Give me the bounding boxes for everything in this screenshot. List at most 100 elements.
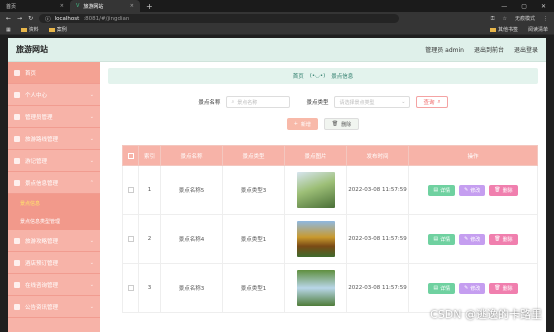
doc-icon: ▤ — [433, 285, 439, 291]
chevron-down-icon: ⌄ — [89, 91, 94, 98]
smile-icon: (•◡•) — [309, 73, 326, 79]
forward-icon[interactable]: → — [17, 15, 22, 22]
bookmark-1[interactable]: 资料 — [20, 26, 39, 33]
new-tab-button[interactable]: + — [140, 2, 159, 11]
reload-icon[interactable]: ↻ — [28, 15, 33, 22]
col-time: 发布时间 — [346, 145, 409, 166]
sidebar-subitem-scenic-info[interactable]: 景点信息 — [8, 194, 100, 212]
col-name: 景点名称 — [160, 145, 223, 166]
logout-link[interactable]: 退出登录 — [514, 45, 538, 54]
account-label[interactable]: 无痕模式 — [515, 15, 535, 22]
app-title: 旅游网站 — [16, 45, 48, 54]
scenic-image — [296, 172, 335, 208]
row-time: 2022-03-08 11:57:59 — [346, 263, 409, 313]
chevron-down-icon: ⌄ — [401, 99, 406, 105]
doc-icon: ▤ — [433, 187, 439, 193]
table-row: 1 景点名称5 景点类型3 2022-03-08 11:57:59 ▤ 详情 ✎ 修… — [122, 165, 538, 215]
trash-icon: 🗑 — [494, 187, 501, 193]
user-icon — [14, 91, 20, 98]
info-icon: ⓘ — [45, 16, 51, 23]
search-icon: ⌕ — [231, 99, 235, 105]
edit-icon: ✎ — [464, 285, 469, 291]
admin-icon — [14, 113, 20, 120]
chevron-down-icon: ⌄ — [89, 157, 94, 164]
sidebar-item-hotel[interactable]: 酒店预订管理 ⌄ — [8, 252, 100, 274]
route-icon — [14, 135, 20, 142]
window-close-icon[interactable]: ✕ — [541, 3, 546, 10]
sidebar-item-home[interactable]: 首页 — [8, 62, 100, 84]
key-icon[interactable]: ⚿ — [491, 16, 495, 22]
apps-icon[interactable]: ▦ — [6, 27, 11, 33]
search-icon: ⌕ — [437, 98, 441, 105]
address-bar: ← → ↻ ⓘ localhost:8081/#/jingdian ⚿ ☆ 无痕… — [0, 12, 554, 25]
sidebar-item-profile[interactable]: 个人中心 ⌄ — [8, 84, 100, 106]
sidebar-subitem-scenic-type[interactable]: 景点信息类型管理 — [8, 212, 100, 230]
browser-tab-1[interactable]: 首页 × — [0, 0, 70, 12]
watermark: CSDN @逃逸的卡路里 — [430, 308, 542, 321]
batch-delete-button[interactable]: 🗑 删除 — [323, 118, 360, 130]
url-field[interactable]: ⓘ localhost:8081/#/jingdian — [39, 14, 400, 23]
sidebar-item-routes[interactable]: 旅游路线管理 ⌄ — [8, 128, 100, 150]
hotel-icon — [14, 259, 20, 266]
delete-button[interactable]: 🗑 删除 — [489, 282, 518, 294]
row-checkbox[interactable] — [127, 236, 134, 242]
sidebar-item-guides[interactable]: 旅游攻略管理 ⌄ — [8, 230, 100, 252]
close-icon[interactable]: × — [60, 3, 64, 9]
minimize-icon[interactable]: — — [501, 3, 507, 10]
type-select[interactable]: 请选择景点类型 ⌄ — [334, 96, 411, 108]
view-button[interactable]: ▤ 详情 — [428, 282, 456, 294]
breadcrumb-current: 景点信息 — [331, 74, 354, 80]
name-input[interactable]: ⌕ 景点名称 — [226, 96, 291, 108]
breadcrumb-home[interactable]: 首页 — [293, 72, 304, 80]
star-icon[interactable]: ☆ — [503, 16, 507, 22]
sidebar-item-news[interactable]: 公告资讯管理 ⌄ — [8, 296, 100, 318]
maximize-icon[interactable]: ▢ — [521, 3, 527, 10]
close-icon[interactable]: × — [130, 3, 134, 9]
row-name: 景点名称3 — [160, 263, 223, 313]
sidebar-item-consult[interactable]: 在线咨询管理 ⌄ — [8, 274, 100, 296]
edit-button[interactable]: ✎ 修改 — [459, 184, 486, 196]
scenic-image — [296, 270, 335, 306]
row-index: 1 — [138, 165, 161, 215]
view-button[interactable]: ▤ 详情 — [428, 233, 456, 245]
plus-icon: + — [293, 121, 298, 127]
browser-tab-2[interactable]: V 旅游网站 × — [70, 0, 140, 12]
chevron-down-icon: ⌄ — [89, 303, 94, 310]
view-button[interactable]: ▤ 详情 — [428, 184, 456, 196]
bookmark-other[interactable]: 其他书签 — [489, 26, 518, 33]
sidebar-item-admins[interactable]: 管理员管理 ⌄ — [8, 106, 100, 128]
to-frontend-link[interactable]: 退出到前台 — [474, 45, 504, 54]
trash-icon: 🗑 — [331, 121, 339, 127]
back-icon[interactable]: ← — [6, 15, 11, 22]
sidebar-item-scenic[interactable]: 景点信息管理 ⌃ — [8, 172, 100, 194]
scenic-image — [296, 221, 335, 257]
bookmarks-bar: ▦ 资料 案例 其他书签 阅读清单 — [0, 25, 554, 35]
chevron-down-icon: ⌄ — [89, 113, 94, 120]
add-button[interactable]: + 新增 — [286, 118, 318, 130]
news-icon — [14, 303, 20, 310]
bookmark-2[interactable]: 案例 — [48, 26, 67, 33]
trash-icon: 🗑 — [494, 236, 501, 242]
reading-list[interactable]: 阅读清单 — [528, 26, 548, 33]
select-all-checkbox-cell[interactable] — [122, 145, 139, 166]
delete-button[interactable]: 🗑 删除 — [489, 184, 518, 196]
chat-icon — [14, 281, 20, 288]
table-header-row: 索引 景点名称 景点类型 景点图片 发布时间 操作 — [122, 145, 538, 166]
col-image: 景点图片 — [284, 145, 347, 166]
trash-icon: 🗑 — [494, 285, 501, 291]
row-checkbox[interactable] — [127, 187, 134, 193]
delete-button[interactable]: 🗑 删除 — [489, 233, 518, 245]
edit-button[interactable]: ✎ 修改 — [459, 282, 486, 294]
edit-button[interactable]: ✎ 修改 — [459, 233, 486, 245]
row-time: 2022-03-08 11:57:59 — [346, 165, 409, 215]
home-icon — [14, 69, 20, 76]
scenic-table: 索引 景点名称 景点类型 景点图片 发布时间 操作 1 景点名称5 景点类型3 … — [122, 145, 538, 313]
menu-icon[interactable]: ⋮ — [543, 16, 548, 22]
browser-tabbar: 首页 × V 旅游网站 × + — ▢ ✕ — [0, 0, 554, 12]
row-checkbox[interactable] — [127, 285, 134, 291]
vue-icon: V — [76, 3, 80, 9]
sidebar-item-travelogue[interactable]: 游记管理 ⌄ — [8, 150, 100, 172]
table-row: 2 景点名称4 景点类型1 2022-03-08 11:57:59 ▤ 详情 ✎ 修… — [122, 214, 538, 264]
select-all-checkbox[interactable] — [127, 152, 134, 159]
query-button[interactable]: 查询 ⌕ — [416, 96, 448, 108]
